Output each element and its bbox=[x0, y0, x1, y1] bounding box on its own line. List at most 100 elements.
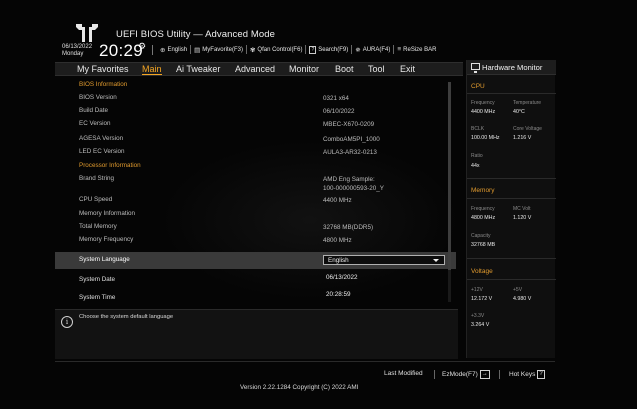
system-language-select[interactable]: English bbox=[323, 255, 445, 265]
info-row-agesa-version: AGESA Version ComboAM5PI_1000 bbox=[55, 135, 456, 145]
copyright-text: Version 2.22.1284 Copyright (C) 2022 AMI bbox=[240, 384, 359, 391]
info-row-memory-frequency: Memory Frequency 4800 MHz bbox=[55, 236, 456, 246]
help-icon: ? bbox=[537, 370, 545, 379]
chevron-down-icon bbox=[433, 259, 439, 262]
setting-row-system-time[interactable]: System Time 20:28:59 bbox=[55, 290, 456, 306]
row-label: Total Memory bbox=[79, 223, 117, 230]
divider bbox=[467, 178, 556, 179]
aura-button[interactable]: ✵ AURA(F4) bbox=[352, 45, 395, 54]
row-label: Memory Information bbox=[79, 210, 135, 217]
hardware-monitor-header: Hardware Monitor bbox=[467, 60, 556, 75]
hardware-monitor-panel: Hardware Monitor CPU Frequency Temperatu… bbox=[466, 60, 556, 358]
hw-key: +12V bbox=[471, 287, 483, 293]
row-label: BIOS Version bbox=[79, 94, 117, 101]
toolbar: ⊕ English ▤ MyFavorite(F3) ✾ Qfan Contro… bbox=[157, 45, 440, 54]
day-text: Monday bbox=[62, 51, 84, 57]
last-modified-button[interactable]: Last Modified bbox=[384, 370, 423, 377]
tab-tool[interactable]: Tool bbox=[368, 64, 385, 74]
hw-value: 4400 MHz bbox=[471, 109, 496, 115]
tab-advanced[interactable]: Advanced bbox=[235, 64, 275, 74]
footer-divider bbox=[55, 361, 555, 362]
system-time-field[interactable]: 20:28:59 bbox=[326, 290, 351, 299]
tab-my-favorites[interactable]: My Favorites bbox=[77, 64, 129, 74]
row-value: 06/10/2022 bbox=[323, 108, 355, 115]
divider bbox=[152, 45, 153, 55]
hw-key: MC Volt bbox=[513, 206, 531, 212]
main-scrollbar[interactable] bbox=[448, 82, 451, 302]
date-display: 06/13/2022 Monday bbox=[62, 44, 92, 58]
row-label: EC Version bbox=[79, 120, 111, 127]
row-value: 4400 MHz bbox=[323, 197, 352, 204]
hw-key: Ratio bbox=[471, 153, 483, 159]
row-value: 0321 x64 bbox=[323, 95, 349, 102]
main-menu-bar: My Favorites Main Ai Tweaker Advanced Mo… bbox=[55, 62, 463, 76]
tab-exit[interactable]: Exit bbox=[400, 64, 415, 74]
tab-monitor[interactable]: Monitor bbox=[289, 64, 319, 74]
header: UEFI BIOS Utility — Advanced Mode 06/13/… bbox=[0, 0, 637, 62]
ezmode-label: EzMode(F7) bbox=[442, 371, 478, 379]
hw-value: 4.980 V bbox=[513, 296, 532, 302]
divider bbox=[499, 370, 500, 379]
gear-icon[interactable]: ⚙ bbox=[138, 41, 146, 52]
info-row-total-memory: Total Memory 32768 MB(DDR5) bbox=[55, 223, 456, 233]
aura-icon: ✵ bbox=[355, 46, 361, 54]
system-date-field[interactable]: 06/13/2022 bbox=[326, 273, 358, 282]
select-value: English bbox=[328, 257, 349, 264]
brand-line-1: AMD Eng Sample: bbox=[323, 176, 375, 183]
qfan-control-label: Qfan Control(F6) bbox=[257, 46, 303, 53]
globe-icon: ⊕ bbox=[160, 46, 166, 54]
app-title: UEFI BIOS Utility — Advanced Mode bbox=[116, 29, 276, 40]
scrollbar-thumb[interactable] bbox=[448, 82, 451, 270]
tab-main[interactable]: Main bbox=[142, 64, 162, 75]
language-label: English bbox=[167, 46, 188, 53]
resize-bar-button[interactable]: ≡ ReSize BAR bbox=[394, 45, 439, 54]
hw-value: 100.00 MHz bbox=[471, 135, 500, 141]
divider bbox=[467, 93, 556, 94]
setting-row-system-language[interactable]: System Language English bbox=[55, 252, 456, 269]
row-value: 32768 MB(DDR5) bbox=[323, 224, 374, 231]
row-value: AULA3-AR32-0213 bbox=[323, 149, 377, 156]
hw-key: +3.3V bbox=[471, 313, 485, 319]
hot-keys-button[interactable]: Hot Keys? bbox=[509, 370, 545, 379]
info-row-led-ec-version: LED EC Version AULA3-AR32-0213 bbox=[55, 148, 456, 158]
hw-key: Core Voltage bbox=[513, 126, 542, 132]
myfavorite-button[interactable]: ▤ MyFavorite(F3) bbox=[191, 45, 247, 54]
row-value: 4800 MHz bbox=[323, 237, 352, 244]
search-button[interactable]: ? Search(F9) bbox=[306, 45, 353, 54]
clock: 20:29 bbox=[99, 41, 144, 60]
search-label: Search(F9) bbox=[318, 46, 349, 53]
section-processor-information: Processor Information bbox=[55, 162, 456, 172]
setting-row-system-date[interactable]: System Date 06/13/2022 bbox=[55, 272, 456, 288]
hw-key: Temperature bbox=[513, 100, 542, 106]
row-label: System Language bbox=[79, 256, 130, 263]
myfavorite-label: MyFavorite(F3) bbox=[202, 46, 243, 53]
brand-line-2: 100-000000593-20_Y bbox=[323, 185, 384, 192]
language-button[interactable]: ⊕ English bbox=[157, 45, 192, 54]
hot-keys-label: Hot Keys bbox=[509, 371, 536, 379]
hw-section-cpu: CPU bbox=[471, 83, 485, 90]
section-bios-information: BIOS Information bbox=[55, 81, 456, 91]
hw-key: Frequency bbox=[471, 100, 495, 106]
tab-boot[interactable]: Boot bbox=[335, 64, 354, 74]
row-label: LED EC Version bbox=[79, 148, 125, 155]
aura-label: AURA(F4) bbox=[362, 46, 391, 53]
ezmode-button[interactable]: EzMode(F7) → bbox=[442, 370, 490, 379]
tab-ai-tweaker[interactable]: Ai Tweaker bbox=[176, 64, 220, 74]
hw-value: 32768 MB bbox=[471, 242, 496, 248]
hw-key: Frequency bbox=[471, 206, 495, 212]
info-row-brand-string: Brand String AMD Eng Sample: 100-0000005… bbox=[55, 175, 456, 195]
section-title: BIOS Information bbox=[79, 81, 128, 88]
exit-arrow-icon: → bbox=[479, 370, 490, 379]
row-value: AMD Eng Sample: 100-000000593-20_Y bbox=[323, 175, 384, 193]
qfan-control-button[interactable]: ✾ Qfan Control(F6) bbox=[247, 45, 307, 54]
row-label: Memory Frequency bbox=[79, 236, 134, 243]
hw-value: 4800 MHz bbox=[471, 215, 496, 221]
hw-value: 12.172 V bbox=[471, 296, 493, 302]
resize-bar-icon: ≡ bbox=[397, 46, 402, 53]
hw-section-voltage: Voltage bbox=[471, 268, 493, 275]
row-label: System Time bbox=[79, 294, 116, 301]
hw-key: BCLK bbox=[471, 126, 485, 132]
fan-icon: ✾ bbox=[249, 46, 256, 54]
info-icon: i bbox=[61, 316, 73, 328]
hw-key: Capacity bbox=[471, 233, 491, 239]
